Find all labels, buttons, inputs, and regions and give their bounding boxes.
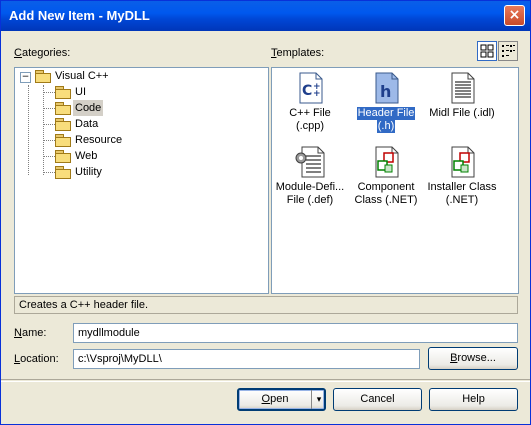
installer-class-icon <box>451 146 475 178</box>
folder-icon <box>55 86 71 99</box>
open-button[interactable]: Open ▾ <box>237 388 326 411</box>
folder-icon <box>55 134 71 147</box>
large-icons-view-button[interactable] <box>477 41 497 61</box>
name-label: Name: <box>14 327 47 339</box>
categories-label: Categories: <box>14 47 71 59</box>
cpp-file-icon: C + + <box>299 72 323 104</box>
folder-icon <box>55 166 71 179</box>
name-input[interactable]: mydllmodule <box>73 323 518 343</box>
close-button[interactable]: × <box>504 5 525 26</box>
description-status: Creates a C++ header file. <box>14 296 518 314</box>
small-icons-view-button[interactable] <box>498 41 518 61</box>
location-label: Location: <box>14 353 59 365</box>
svg-text:C: C <box>302 83 312 99</box>
svg-text:h: h <box>380 82 391 101</box>
templates-label: Templates: <box>271 47 325 59</box>
template-installer-class[interactable]: Installer Class (.NET) <box>424 146 500 207</box>
folder-icon <box>55 102 71 115</box>
large-icons-icon <box>480 44 494 58</box>
header-file-icon: h <box>375 72 399 104</box>
template-component-class[interactable]: Component Class (.NET) <box>348 146 424 207</box>
title-bar[interactable]: Add New Item - MyDLL × <box>1 1 530 31</box>
separator <box>1 379 530 382</box>
categories-tree[interactable]: − Visual C++ UI Code Data Resource Web U… <box>14 67 269 294</box>
midl-file-icon <box>451 72 475 104</box>
cancel-button[interactable]: Cancel <box>333 388 422 411</box>
template-cpp-file[interactable]: C + + C++ File (.cpp) <box>272 72 348 133</box>
add-new-item-dialog: Add New Item - MyDLL × Categories: − Vis… <box>0 0 531 425</box>
open-dropdown-arrow-icon[interactable]: ▾ <box>313 390 325 409</box>
folder-icon <box>55 118 71 131</box>
help-button[interactable]: Help <box>429 388 518 411</box>
tree-expander[interactable]: − <box>20 72 31 83</box>
template-module-definition-file[interactable]: Module-Defi... File (.def) <box>272 146 348 207</box>
svg-text:+: + <box>313 89 321 99</box>
browse-button[interactable]: Browse... <box>428 347 518 370</box>
templates-list[interactable]: C + + C++ File (.cpp) h Header File (.h) <box>271 67 519 294</box>
module-definition-icon <box>295 146 325 178</box>
small-icons-icon <box>502 45 515 57</box>
window-title: Add New Item - MyDLL <box>9 8 150 23</box>
location-input[interactable]: c:\Vsproj\MyDLL\ <box>73 349 420 369</box>
folder-icon <box>55 150 71 163</box>
component-class-icon <box>375 146 399 178</box>
template-midl-file[interactable]: Midl File (.idl) <box>424 72 500 133</box>
template-header-file[interactable]: h Header File (.h) <box>348 72 424 133</box>
folder-open-icon <box>35 70 51 83</box>
